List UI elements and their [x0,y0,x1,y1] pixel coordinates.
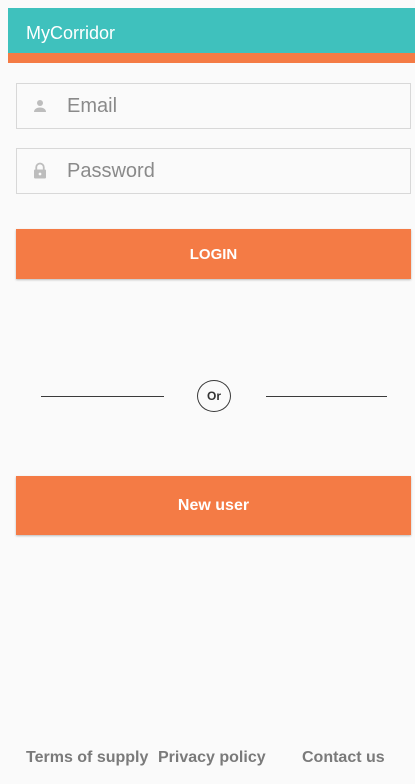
email-input[interactable] [67,84,397,128]
login-button[interactable]: LOGIN [16,229,411,279]
accent-strip [8,53,415,63]
or-divider: Or [197,380,231,412]
terms-of-supply-link[interactable]: Terms of supply [26,750,148,766]
lock-icon [34,162,46,179]
divider-line-right [266,396,387,397]
privacy-policy-link[interactable]: Privacy policy [158,750,266,766]
email-field[interactable] [16,83,411,129]
password-field[interactable] [16,148,411,194]
password-input[interactable] [67,149,397,193]
app-bar: MyCorridor [8,8,415,53]
new-user-button[interactable]: New user [16,476,411,535]
app-title: MyCorridor [26,23,116,43]
person-icon [34,100,46,112]
divider-line-left [41,396,164,397]
contact-us-link[interactable]: Contact us [302,750,385,766]
